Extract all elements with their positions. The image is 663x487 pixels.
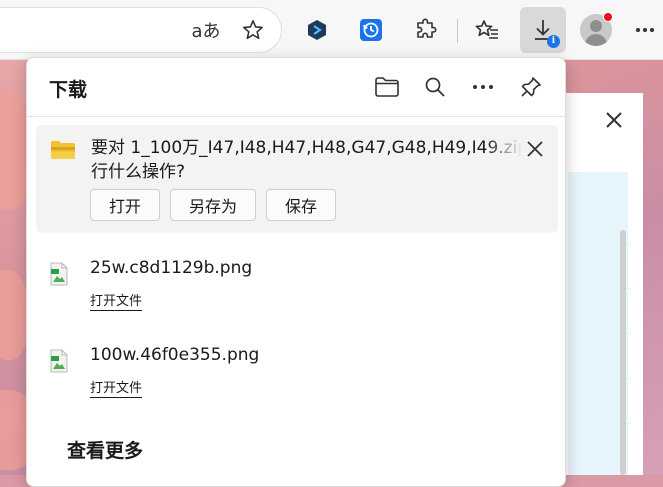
extension-blue-icon[interactable] [297,10,337,50]
read-aloud-icon[interactable]: aあ [186,10,226,50]
dismiss-button[interactable] [520,134,550,164]
background-scrollbar[interactable] [620,230,626,475]
favorite-star-icon[interactable] [233,10,273,50]
pending-download-card: 要对 1_100万_I47,I48,H47,H48,G47,G48,H49,I4… [36,125,558,233]
ellipsis-icon [473,85,493,89]
open-folder-button[interactable] [367,70,407,104]
prompt-fade [486,136,522,160]
extensions-puzzle-icon[interactable] [406,10,446,50]
header-divider [27,116,565,117]
toolbar-separator [457,19,458,43]
zip-folder-icon [50,139,76,165]
png-file-icon [48,262,70,290]
background-close-icon[interactable] [604,110,624,135]
background-table [568,172,628,475]
favorites-list-icon[interactable] [467,10,507,50]
open-button[interactable]: 打开 [90,189,161,221]
more-menu-icon[interactable] [625,10,663,50]
pin-button[interactable] [511,70,551,104]
pending-actions: 打开 另存为 保存 [90,189,337,221]
pending-prompt-line2: 行什么操作? [91,162,186,182]
pin-icon [521,77,541,97]
download-info-badge-icon: i [547,35,560,48]
folder-icon [375,77,399,97]
downloads-header-actions [367,70,551,104]
see-more-link[interactable]: 查看更多 [67,436,143,463]
open-file-link[interactable]: 打开文件 [90,290,143,311]
download-filename: 100w.46f0e355.png [90,345,260,365]
close-icon [527,141,543,157]
read-aloud-glyph: aあ [191,21,221,42]
notification-dot [603,12,613,22]
more-options-button[interactable] [463,70,503,104]
downloads-title: 下载 [49,79,88,101]
downloads-flyout: 下载 要对 1_100万_I47,I48,H47,H48,G47,G48,H49… [26,57,566,487]
download-item[interactable]: 100w.46f0e355.png 打开文件 [36,343,558,423]
pending-prompt-line1: 要对 1_100万_I47,I48,H47,H48,G47,G48,H49,I4… [91,138,521,158]
search-icon [425,77,445,97]
browser-toolbar: aあ i [0,0,663,60]
sync-history-icon[interactable] [351,10,391,50]
open-file-link[interactable]: 打开文件 [90,377,143,398]
save-button[interactable]: 保存 [266,189,337,221]
search-downloads-button[interactable] [415,70,455,104]
downloads-icon[interactable]: i [520,7,566,53]
download-filename: 25w.c8d1129b.png [90,258,253,278]
save-as-button[interactable]: 另存为 [170,189,257,221]
png-file-icon [48,349,70,377]
download-item[interactable]: 25w.c8d1129b.png 打开文件 [36,256,558,336]
